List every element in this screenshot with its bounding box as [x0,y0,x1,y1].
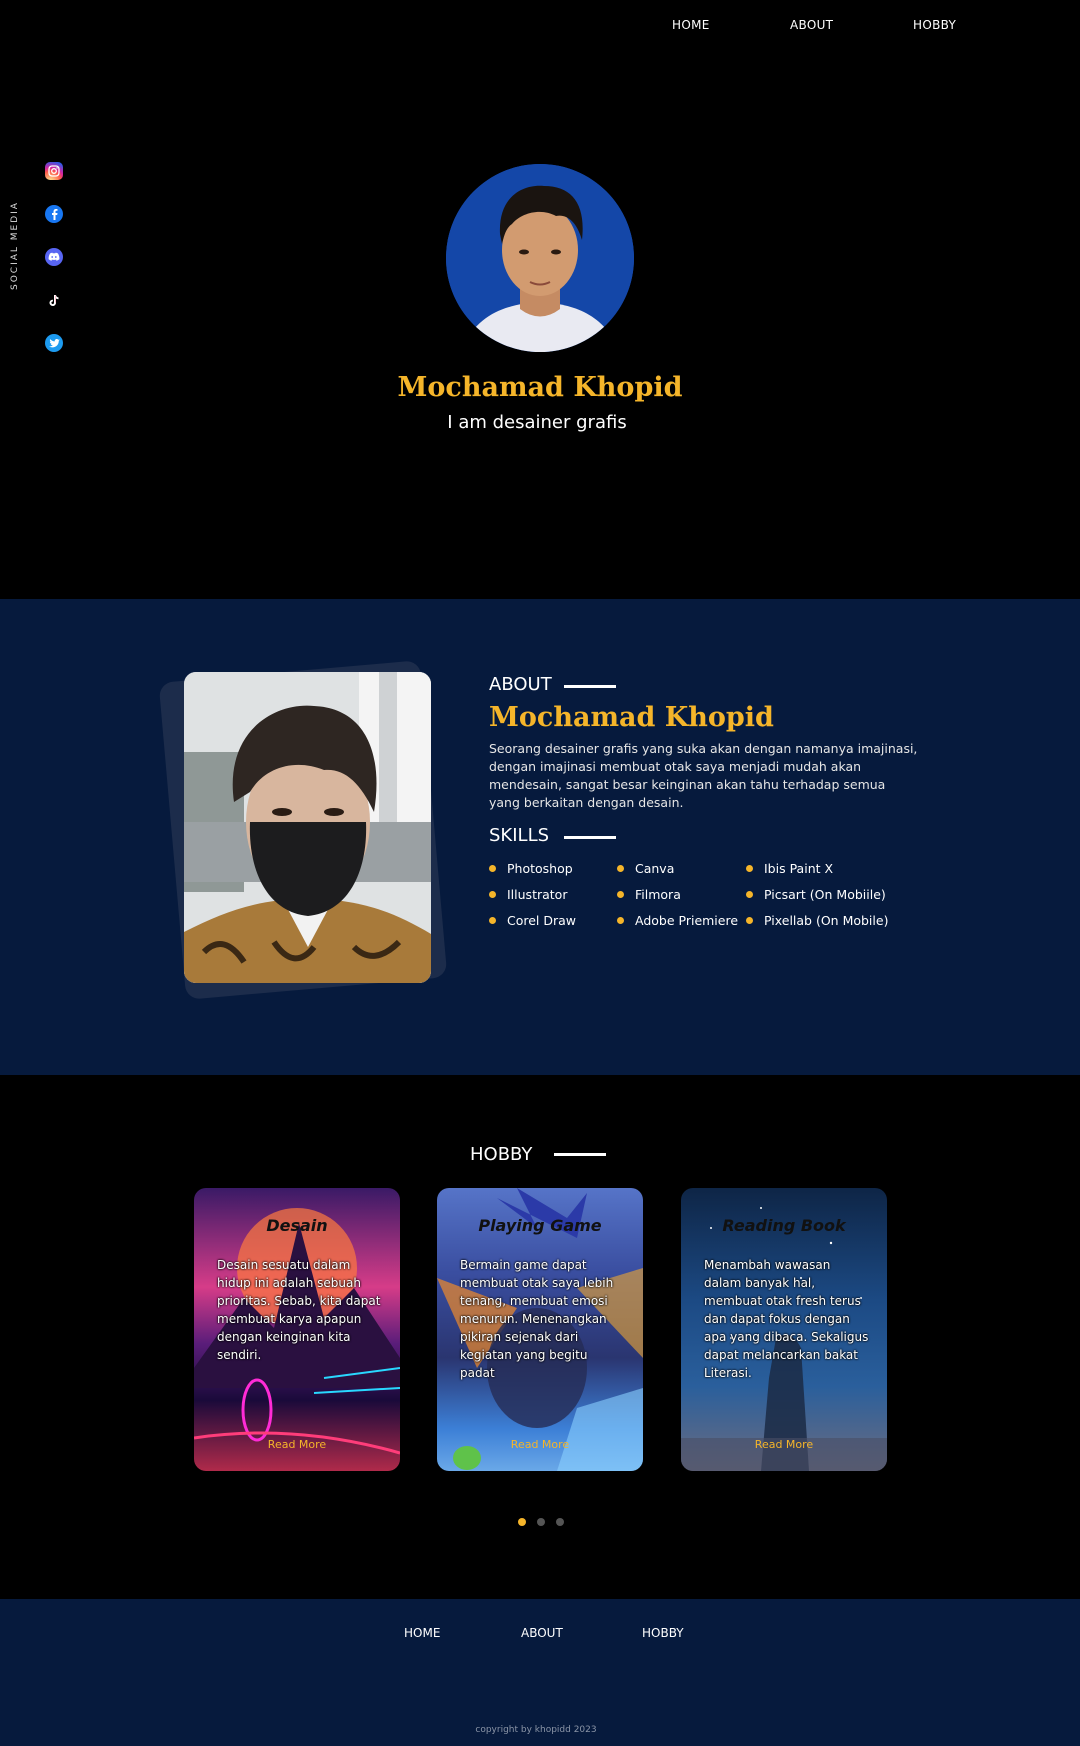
skill-item: Canva [617,861,674,876]
carousel-dot[interactable] [556,1518,564,1526]
bullet-icon [617,917,624,924]
hero-name: Mochamad Khopid [397,372,683,403]
hobby-card-text: Bermain game dapat membuat otak saya leb… [460,1258,614,1380]
copyright-text: copyright by khopidd 2023 [475,1725,597,1735]
bullet-icon [617,865,624,872]
hobby-card-desain[interactable]: Desain Desain sesuatu dalam hidup ini ad… [194,1188,400,1471]
discord-icon[interactable] [45,248,63,266]
hobby-card-title: Playing Game [478,1216,602,1235]
hobby-card-title: Desain [266,1216,328,1235]
footer: HOME ABOUT HOBBY copyright by khopidd 20… [0,1599,1080,1746]
about-profile-photo [184,672,431,983]
bullet-icon [489,865,496,872]
hobby-card-text: Desain sesuatu dalam hidup ini adalah se… [217,1258,381,1362]
carousel-pagination [518,1518,564,1526]
about-name: Mochamad Khopid [489,702,774,733]
skill-item: Illustrator [489,887,567,902]
skill-item: Corel Draw [489,913,576,928]
nav-about-link[interactable]: ABOUT [790,18,833,32]
read-more-link[interactable]: Read More [681,1438,887,1451]
skill-item: Picsart (On Mobiile) [746,887,886,902]
facebook-icon[interactable] [45,205,63,223]
footer-about-link[interactable]: ABOUT [521,1626,563,1640]
skill-item: Adobe Priemiere [617,913,738,928]
hobby-card-reading-book[interactable]: Reading Book Menambah wawasan dalam bany… [681,1188,887,1471]
about-section: ABOUT Mochamad Khopid Seorang desainer g… [0,599,1080,1075]
skills-title: SKILLS [489,825,550,846]
skill-item: Filmora [617,887,681,902]
hobby-title-underline [554,1153,606,1156]
hobby-card-title: Reading Book [722,1216,846,1235]
skill-item: Pixellab (On Mobile) [746,913,888,928]
about-title-underline [564,685,616,688]
skill-item: Ibis Paint X [746,861,833,876]
footer-hobby-link[interactable]: HOBBY [642,1626,684,1640]
hobby-card-playing-game[interactable]: Playing Game Bermain game dapat membuat … [437,1188,643,1471]
bullet-icon [746,865,753,872]
hero-tagline: I am desainer grafis [447,412,627,433]
hero-profile-photo [446,164,634,352]
skills-title-underline [564,836,616,839]
footer-home-link[interactable]: HOME [404,1626,440,1640]
hobby-card-text: Menambah wawasan dalam banyak hal, membu… [704,1258,869,1380]
hobby-title: HOBBY [470,1144,533,1165]
carousel-dot[interactable] [537,1518,545,1526]
read-more-link[interactable]: Read More [194,1438,400,1451]
about-description: Seorang desainer grafis yang suka akan d… [489,741,918,810]
nav-hobby-link[interactable]: HOBBY [913,18,956,32]
nav-home-link[interactable]: HOME [672,18,710,32]
bullet-icon [746,917,753,924]
about-title: ABOUT [489,674,552,695]
bullet-icon [489,917,496,924]
skill-item: Photoshop [489,861,573,876]
instagram-icon[interactable] [45,162,63,180]
social-media-label: SOCIAL MEDIA [10,201,20,290]
carousel-dot-active[interactable] [518,1518,526,1526]
bullet-icon [746,891,753,898]
tiktok-icon[interactable] [45,291,63,309]
skills-list: Photoshop Canva Ibis Paint X Illustrator… [489,861,929,941]
bullet-icon [617,891,624,898]
read-more-link[interactable]: Read More [437,1438,643,1451]
top-nav: HOME ABOUT HOBBY [0,18,1080,36]
bullet-icon [489,891,496,898]
twitter-icon[interactable] [45,334,63,352]
